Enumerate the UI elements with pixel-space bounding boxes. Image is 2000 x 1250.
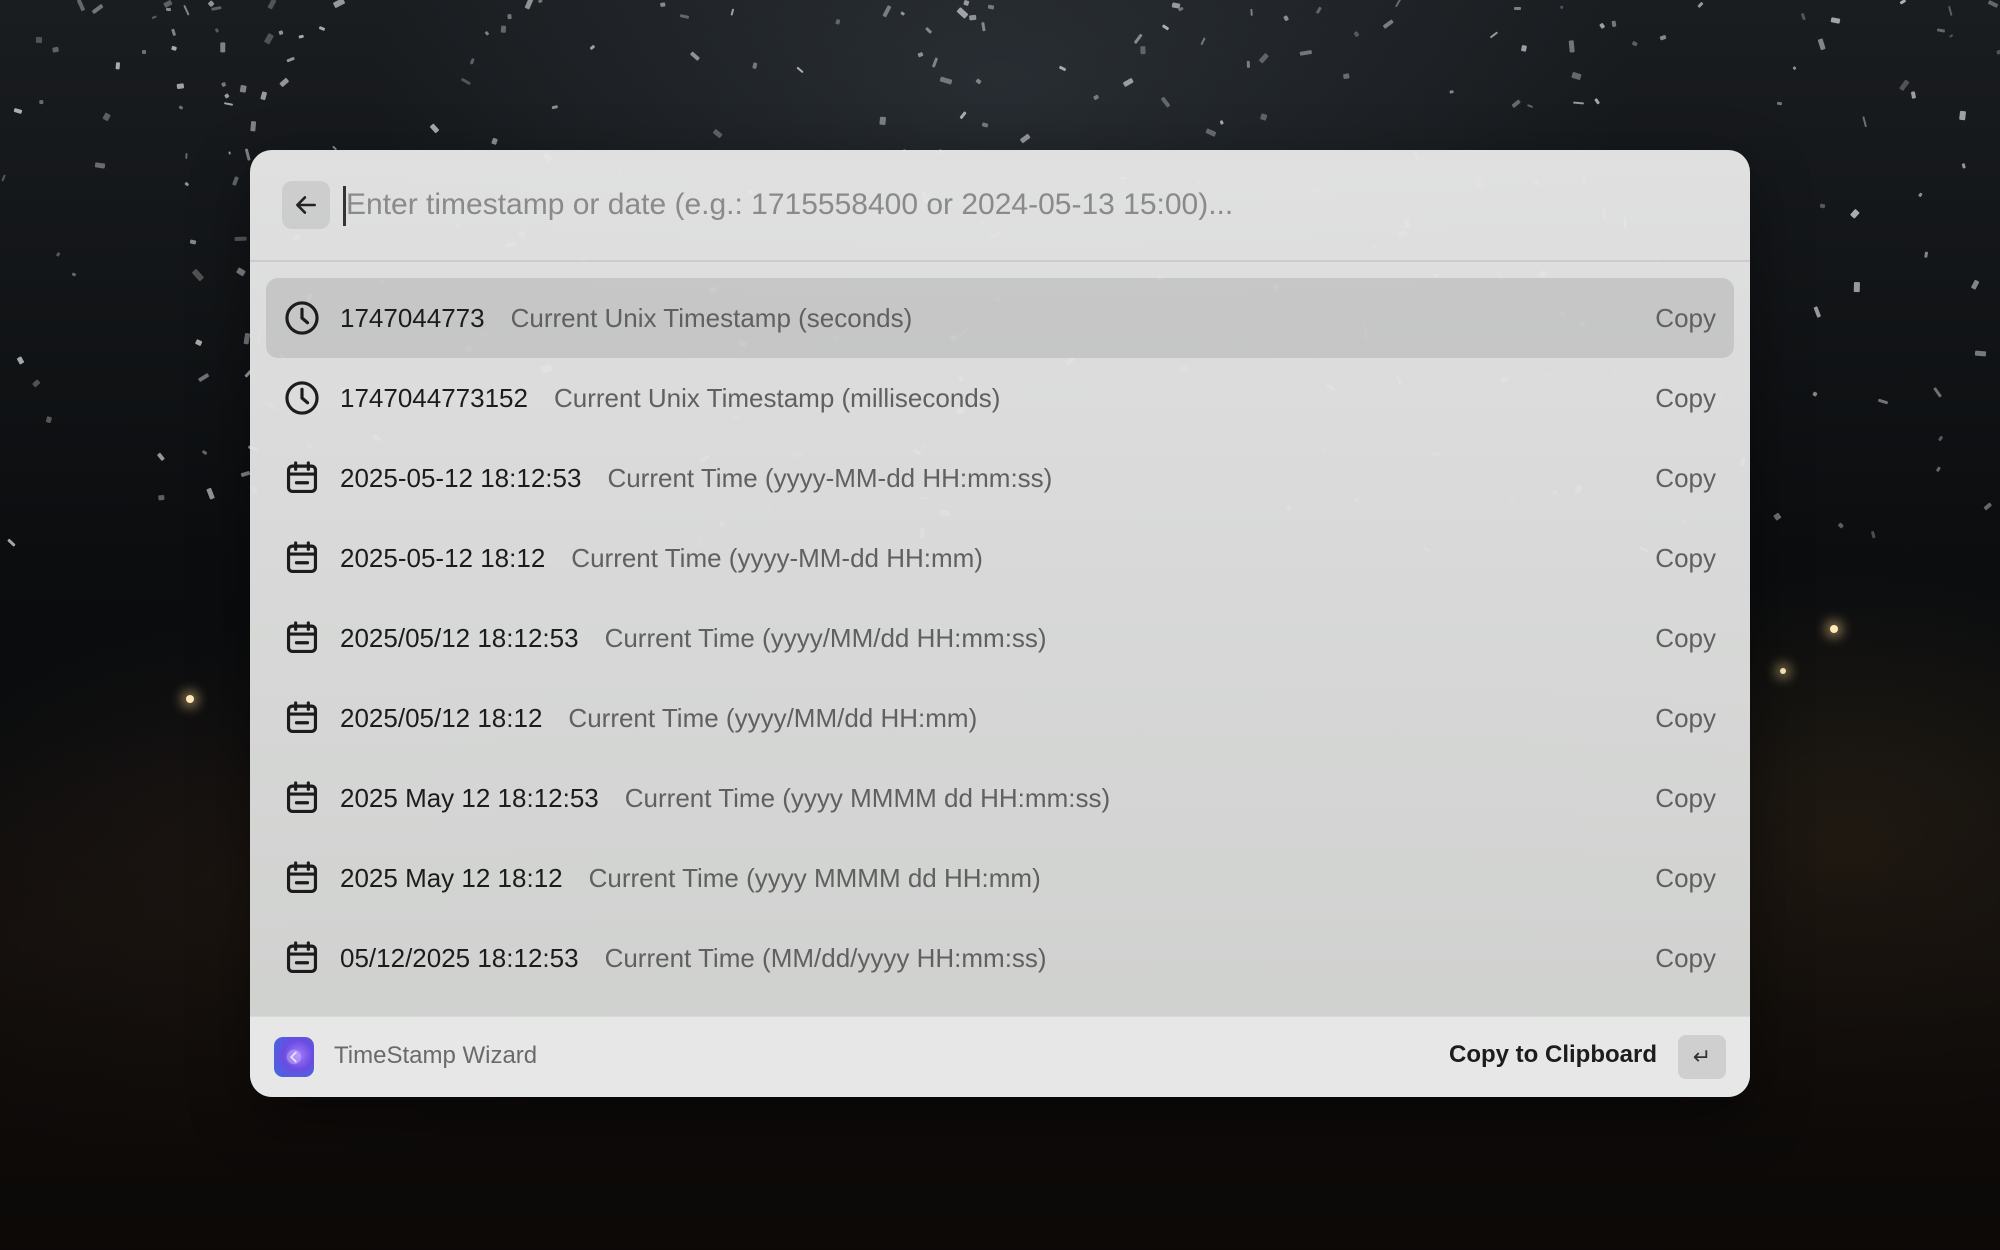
background-light <box>186 695 194 703</box>
copy-button[interactable]: Copy <box>1655 943 1716 974</box>
result-row[interactable]: 1747044773 Current Unix Timestamp (second… <box>266 278 1734 358</box>
back-button[interactable] <box>282 181 330 229</box>
copy-to-clipboard-button[interactable]: Copy to Clipboard <box>1449 1041 1657 1069</box>
result-value: 05/12/2025 18:12:53 <box>340 942 579 973</box>
copy-button[interactable]: Copy <box>1655 703 1716 734</box>
result-row[interactable]: 2025 May 12 18:12:53 Current Time (yyyy M… <box>266 758 1734 838</box>
result-value: 2025-05-12 18:12 <box>340 542 546 573</box>
clock-icon <box>282 298 322 338</box>
result-description: Current Time (yyyy/MM/dd HH:mm) <box>568 702 978 733</box>
result-description: Current Time (yyyy/MM/dd HH:mm:ss) <box>604 622 1047 653</box>
results-list: 1747044773 Current Unix Timestamp (second… <box>266 278 1734 998</box>
calendar-icon <box>282 698 322 738</box>
result-row[interactable]: 2025/05/12 18:12:53 Current Time (yyyy/MM… <box>266 598 1734 678</box>
result-value: 1747044773152 <box>340 382 528 413</box>
result-value: 2025 May 12 18:12 <box>340 862 563 893</box>
enter-key-icon[interactable]: ↵ <box>1678 1035 1726 1079</box>
result-description: Current Time (yyyy-MM-dd HH:mm) <box>571 542 983 573</box>
app-name: TimeStamp Wizard <box>334 1042 538 1069</box>
result-description: Current Time (yyyy MMMM dd HH:mm:ss) <box>624 782 1111 813</box>
result-row[interactable]: 2025 May 12 18:12 Current Time (yyyy MMMM… <box>266 838 1734 918</box>
result-row[interactable]: 2025-05-12 18:12:53 Current Time (yyyy-MM… <box>266 438 1734 518</box>
result-row[interactable]: 2025-05-12 18:12 Current Time (yyyy-MM-dd… <box>266 518 1734 598</box>
result-description: Current Time (MM/dd/yyyy HH:mm:ss) <box>604 942 1047 973</box>
result-description: Current Unix Timestamp (milliseconds) <box>553 382 1001 413</box>
background-light <box>1780 668 1786 674</box>
search-input[interactable] <box>346 176 1706 234</box>
app-logo-glyph-icon <box>286 1049 302 1065</box>
background-light <box>1830 625 1838 633</box>
copy-button[interactable]: Copy <box>1655 303 1716 334</box>
result-row[interactable]: 05/12/2025 18:12:53 Current Time (MM/dd/y… <box>266 918 1734 998</box>
calendar-icon <box>282 778 322 818</box>
result-row[interactable]: 1747044773152 Current Unix Timestamp (mil… <box>266 358 1734 438</box>
result-row[interactable]: 2025/05/12 18:12 Current Time (yyyy/MM/dd… <box>266 678 1734 758</box>
launcher-panel: 1747044773 Current Unix Timestamp (second… <box>250 150 1750 1097</box>
copy-button[interactable]: Copy <box>1655 863 1716 894</box>
calendar-icon <box>282 938 322 978</box>
result-value: 2025/05/12 18:12 <box>340 702 543 733</box>
copy-button[interactable]: Copy <box>1655 463 1716 494</box>
result-value: 2025-05-12 18:12:53 <box>340 462 582 493</box>
calendar-icon <box>282 858 322 898</box>
search-bar <box>250 150 1750 262</box>
copy-button[interactable]: Copy <box>1655 623 1716 654</box>
result-value: 1747044773 <box>340 302 485 333</box>
result-value: 2025/05/12 18:12:53 <box>340 622 579 653</box>
calendar-icon <box>282 458 322 498</box>
result-description: Current Time (yyyy MMMM dd HH:mm) <box>588 862 1041 893</box>
calendar-icon <box>282 538 322 578</box>
footer-bar: TimeStamp Wizard Copy to Clipboard ↵ <box>250 1016 1750 1097</box>
result-description: Current Time (yyyy-MM-dd HH:mm:ss) <box>607 462 1053 493</box>
calendar-icon <box>282 618 322 658</box>
arrow-left-icon <box>296 196 316 214</box>
copy-button[interactable]: Copy <box>1655 543 1716 574</box>
result-description: Current Unix Timestamp (seconds) <box>510 302 913 333</box>
clock-icon <box>282 378 322 418</box>
app-logo-icon <box>274 1037 314 1077</box>
copy-button[interactable]: Copy <box>1655 383 1716 414</box>
result-value: 2025 May 12 18:12:53 <box>340 782 599 813</box>
copy-button[interactable]: Copy <box>1655 783 1716 814</box>
